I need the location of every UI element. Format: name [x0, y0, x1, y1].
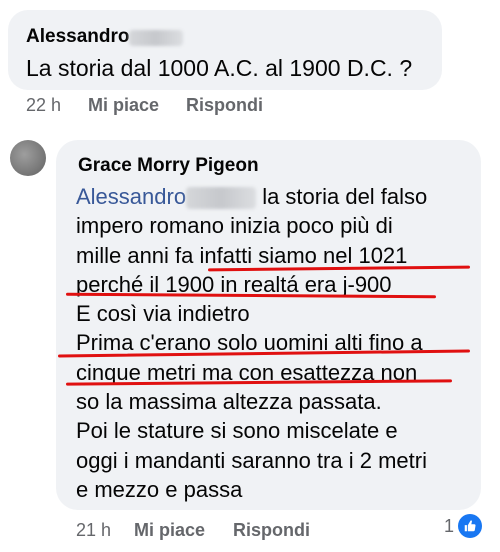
comment-1-actions: 22 h Mi piace Rispondi	[26, 95, 263, 116]
comment-1-author[interactable]: Alessandro	[26, 25, 129, 49]
comment-1-text: La storia dal 1000 A.C. al 1900 D.C. ?	[26, 55, 413, 81]
comment-1-timestamp[interactable]: 22 h	[26, 95, 88, 116]
comment-2-author[interactable]: Grace Morry Pigeon	[78, 154, 463, 178]
comment-line-text: la storia del falso	[256, 184, 428, 209]
comment-2-timestamp[interactable]: 21 h	[76, 520, 134, 541]
comment-line: E così via indietro	[76, 301, 250, 327]
comment-2-reply-button[interactable]: Rispondi	[233, 520, 310, 541]
reaction-count: 1	[444, 515, 455, 536]
comment-2-text: Alessandro la storia del falso impero ro…	[76, 182, 463, 504]
mention-link[interactable]: Alessandro	[76, 184, 186, 209]
comment-1-header: Alessandro	[26, 25, 424, 49]
comment-line: e mezzo e passa	[76, 476, 243, 502]
comment-line: oggi i mandanti saranno tra i 2 metri	[76, 447, 427, 473]
comment-2-actions: 21 h Mi piace Rispondi	[76, 520, 310, 541]
thumbs-up-icon	[458, 514, 483, 538]
comment-1-reply-button[interactable]: Rispondi	[186, 95, 263, 116]
comment-line: Poi le stature si sono miscelate e	[76, 418, 398, 444]
comment-1-like-button[interactable]: Mi piace	[88, 95, 159, 116]
comment-line: impero romano inizia poco più di	[76, 213, 393, 239]
comment-line: Alessandro la storia del falso	[76, 182, 463, 211]
reaction-summary[interactable]: 1	[444, 514, 483, 538]
comment-line: so la massima altezza passata.	[76, 389, 382, 415]
redacted-surname	[129, 29, 184, 46]
redacted-surname	[186, 187, 257, 210]
comment-bubble-1: Alessandro La storia dal 1000 A.C. al 19…	[8, 10, 442, 90]
comment-bubble-2: Grace Morry Pigeon Alessandro la storia …	[56, 140, 481, 510]
comment-2-like-button[interactable]: Mi piace	[134, 520, 205, 541]
avatar[interactable]	[10, 140, 46, 176]
